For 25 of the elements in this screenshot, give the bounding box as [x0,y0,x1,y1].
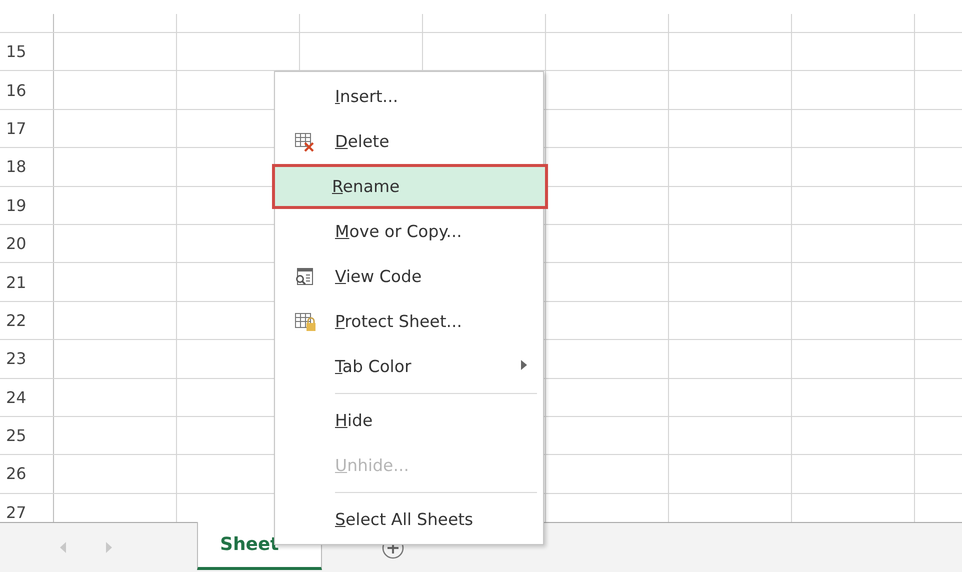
row-header[interactable]: 18 [0,148,54,186]
row-header[interactable]: 17 [0,110,54,148]
menu-item[interactable]: Protect Sheet... [275,299,543,344]
table-delete-icon [294,132,316,152]
row-header[interactable]: 24 [0,378,54,416]
menu-item[interactable]: Insert... [275,74,543,119]
row-header[interactable]: 23 [0,340,54,378]
row-header[interactable]: 22 [0,302,54,340]
menu-item[interactable]: View Code [275,254,543,299]
row-header[interactable]: 16 [0,71,54,109]
table-lock-icon [294,312,316,332]
row-header[interactable]: 19 [0,186,54,224]
menu-item[interactable]: Move or Copy... [275,209,543,254]
menu-item[interactable]: Tab Color [275,344,543,389]
view-code-icon [294,266,316,286]
menu-item[interactable]: Hide [275,398,543,443]
row-header[interactable]: 15 [0,33,54,70]
menu-item[interactable]: Rename [272,164,548,209]
row-header[interactable]: 21 [0,263,54,301]
row-header[interactable]: 26 [0,455,54,493]
scroll-right-icon[interactable] [105,542,112,553]
row-header[interactable]: 20 [0,224,54,262]
menu-item[interactable]: Delete [275,119,543,164]
row-header[interactable]: 25 [0,416,54,454]
scroll-left-icon[interactable] [60,542,67,553]
